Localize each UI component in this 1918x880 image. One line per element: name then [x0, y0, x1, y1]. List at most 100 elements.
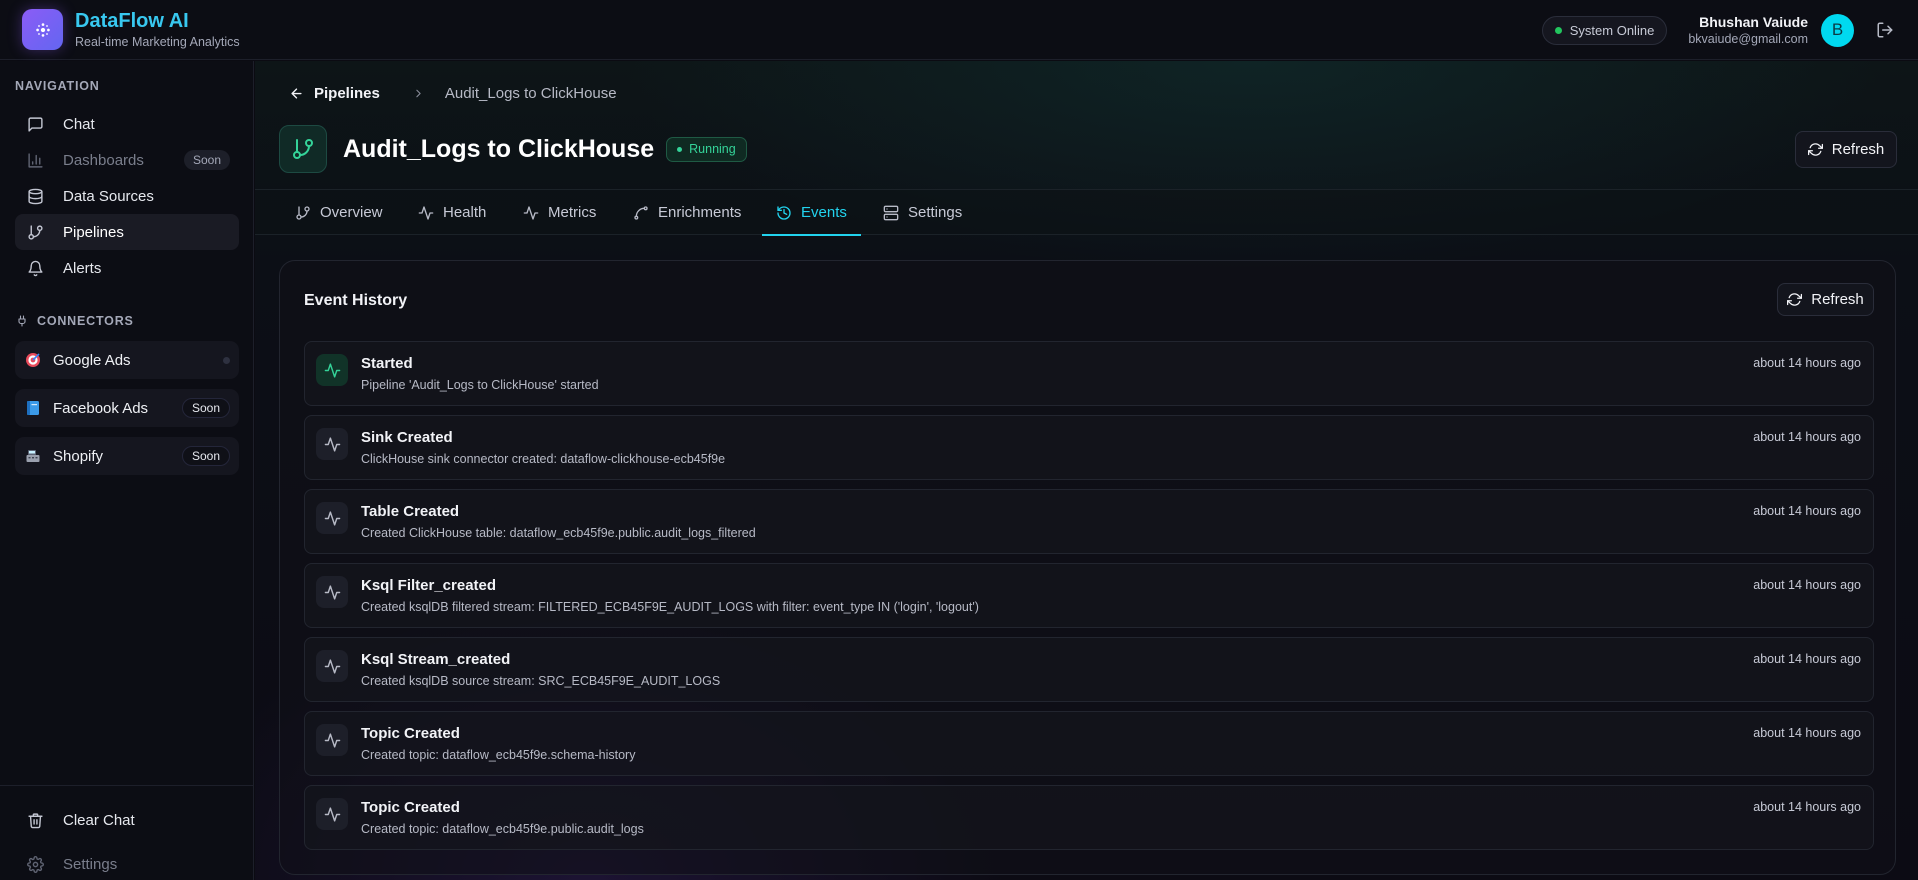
- sidebar-item-settings[interactable]: Settings: [15, 846, 239, 880]
- event-description: Created ClickHouse table: dataflow_ecb45…: [361, 526, 756, 540]
- breadcrumb-back-link[interactable]: Pipelines: [289, 85, 380, 102]
- tab-settings[interactable]: Settings: [883, 190, 962, 235]
- page-title: Audit_Logs to ClickHouse: [343, 134, 655, 163]
- logout-icon[interactable]: [1876, 21, 1894, 39]
- register-icon: [25, 448, 41, 464]
- sidebar-item-data-sources[interactable]: Data Sources: [15, 178, 239, 214]
- tab-label: Metrics: [548, 204, 597, 221]
- activity-icon: [316, 502, 348, 534]
- event-title: Sink Created: [361, 429, 453, 446]
- connector-label: Google Ads: [53, 351, 131, 369]
- breadcrumb: Pipelines Audit_Logs to ClickHouse: [289, 85, 617, 102]
- avatar[interactable]: B: [1821, 13, 1854, 47]
- book-icon: [25, 400, 41, 416]
- soon-badge: Soon: [183, 150, 230, 170]
- connectors-section-title: CONNECTORS: [16, 314, 134, 328]
- tab-enrichments[interactable]: Enrichments: [633, 190, 741, 235]
- tab-overview[interactable]: Overview: [295, 190, 383, 235]
- brand-name: DataFlow AI: [75, 10, 189, 32]
- sidebar-item-dashboards[interactable]: Dashboards Soon: [15, 142, 239, 178]
- refresh-label: Refresh: [1831, 141, 1885, 158]
- connector-label: Facebook Ads: [53, 399, 149, 417]
- tab-label: Overview: [320, 204, 383, 221]
- tab-events[interactable]: Events: [762, 190, 861, 236]
- event-timestamp: about 14 hours ago: [1753, 578, 1861, 592]
- clear-chat-label: Clear Chat: [63, 811, 135, 829]
- events-refresh-button[interactable]: Refresh: [1777, 283, 1874, 316]
- system-status-label: System Online: [1569, 22, 1655, 38]
- tab-metrics[interactable]: Metrics: [523, 190, 596, 235]
- activity-icon: [523, 205, 539, 221]
- event-row[interactable]: Ksql Filter_created Created ksqlDB filte…: [304, 563, 1874, 628]
- event-row[interactable]: Topic Created Created topic: dataflow_ec…: [304, 711, 1874, 776]
- trash-icon: [27, 812, 44, 829]
- activity-icon: [316, 428, 348, 460]
- sidebar-item-label: Dashboards: [63, 151, 144, 169]
- event-title: Started: [361, 355, 413, 372]
- database-icon: [27, 188, 44, 205]
- event-timestamp: about 14 hours ago: [1753, 504, 1861, 518]
- server-icon: [883, 205, 899, 221]
- git-branch-icon: [279, 125, 327, 173]
- brand-subtitle: Real-time Marketing Analytics: [75, 35, 240, 49]
- connector-shopify[interactable]: Shopify Soon: [15, 437, 239, 475]
- event-title: Topic Created: [361, 725, 460, 742]
- sidebar-item-label: Alerts: [63, 259, 102, 277]
- event-title: Ksql Stream_created: [361, 651, 511, 668]
- event-timestamp: about 14 hours ago: [1753, 726, 1861, 740]
- event-row[interactable]: Ksql Stream_created Created ksqlDB sourc…: [304, 637, 1874, 702]
- event-row[interactable]: Topic Created Created topic: dataflow_ec…: [304, 785, 1874, 850]
- top-bar: DataFlow AI Real-time Marketing Analytic…: [0, 0, 1918, 60]
- user-name: Bhushan Vaiude: [1699, 14, 1808, 30]
- sidebar-item-pipelines[interactable]: Pipelines: [15, 214, 239, 250]
- tab-health[interactable]: Health: [418, 190, 486, 235]
- clear-chat-button[interactable]: Clear Chat: [15, 802, 239, 838]
- event-history-card: Event History Refresh Started Pipeline '…: [279, 260, 1896, 875]
- event-row[interactable]: Sink Created ClickHouse sink connector c…: [304, 415, 1874, 480]
- sidebar-item-label: Pipelines: [63, 223, 124, 241]
- tab-label: Health: [443, 204, 487, 221]
- breadcrumb-back-label: Pipelines: [314, 85, 380, 102]
- sidebar-item-alerts[interactable]: Alerts: [15, 250, 239, 286]
- message-square-icon: [27, 116, 44, 133]
- refresh-label: Refresh: [1811, 291, 1864, 308]
- sidebar-item-chat[interactable]: Chat: [15, 106, 239, 142]
- chevron-right-icon: [412, 87, 425, 100]
- refresh-button[interactable]: Refresh: [1795, 131, 1897, 168]
- activity-icon: [316, 650, 348, 682]
- event-row[interactable]: Started Pipeline 'Audit_Logs to ClickHou…: [304, 341, 1874, 406]
- event-title: Ksql Filter_created: [361, 577, 497, 594]
- nav-section-title: NAVIGATION: [15, 79, 100, 93]
- tab-label: Settings: [908, 204, 963, 221]
- git-branch-icon: [27, 224, 44, 241]
- tab-bar: Overview Health Metrics Enrichments Even…: [255, 189, 1918, 236]
- plug-icon: [16, 315, 28, 327]
- connector-facebook-ads[interactable]: Facebook Ads Soon: [15, 389, 239, 427]
- activity-icon: [418, 205, 434, 221]
- sidebar-item-label: Data Sources: [63, 187, 154, 205]
- settings-label: Settings: [63, 855, 118, 873]
- connector-label: Shopify: [53, 447, 104, 465]
- activity-icon: [316, 354, 348, 386]
- status-badge: Running: [666, 136, 747, 162]
- event-timestamp: about 14 hours ago: [1753, 356, 1861, 370]
- activity-icon: [316, 724, 348, 756]
- event-description: ClickHouse sink connector created: dataf…: [361, 452, 726, 466]
- event-timestamp: about 14 hours ago: [1753, 430, 1861, 444]
- sidebar: NAVIGATION Chat Dashboards Soon Data Sou…: [0, 61, 254, 880]
- user-email: bkvaiude@gmail.com: [1688, 32, 1808, 46]
- gear-icon: [27, 855, 44, 873]
- soon-badge: Soon: [181, 446, 230, 466]
- target-icon: [25, 352, 41, 368]
- brand[interactable]: DataFlow AI Real-time Marketing Analytic…: [22, 9, 240, 50]
- event-title: Table Created: [361, 503, 460, 520]
- breadcrumb-current: Audit_Logs to ClickHouse: [444, 85, 617, 102]
- refresh-icon: [1787, 292, 1803, 307]
- event-title: Topic Created: [361, 799, 460, 816]
- connector-google-ads[interactable]: Google Ads: [15, 341, 239, 379]
- event-timestamp: about 14 hours ago: [1753, 800, 1861, 814]
- bell-icon: [27, 260, 44, 277]
- activity-icon: [316, 576, 348, 608]
- event-row[interactable]: Table Created Created ClickHouse table: …: [304, 489, 1874, 554]
- refresh-icon: [1807, 142, 1823, 157]
